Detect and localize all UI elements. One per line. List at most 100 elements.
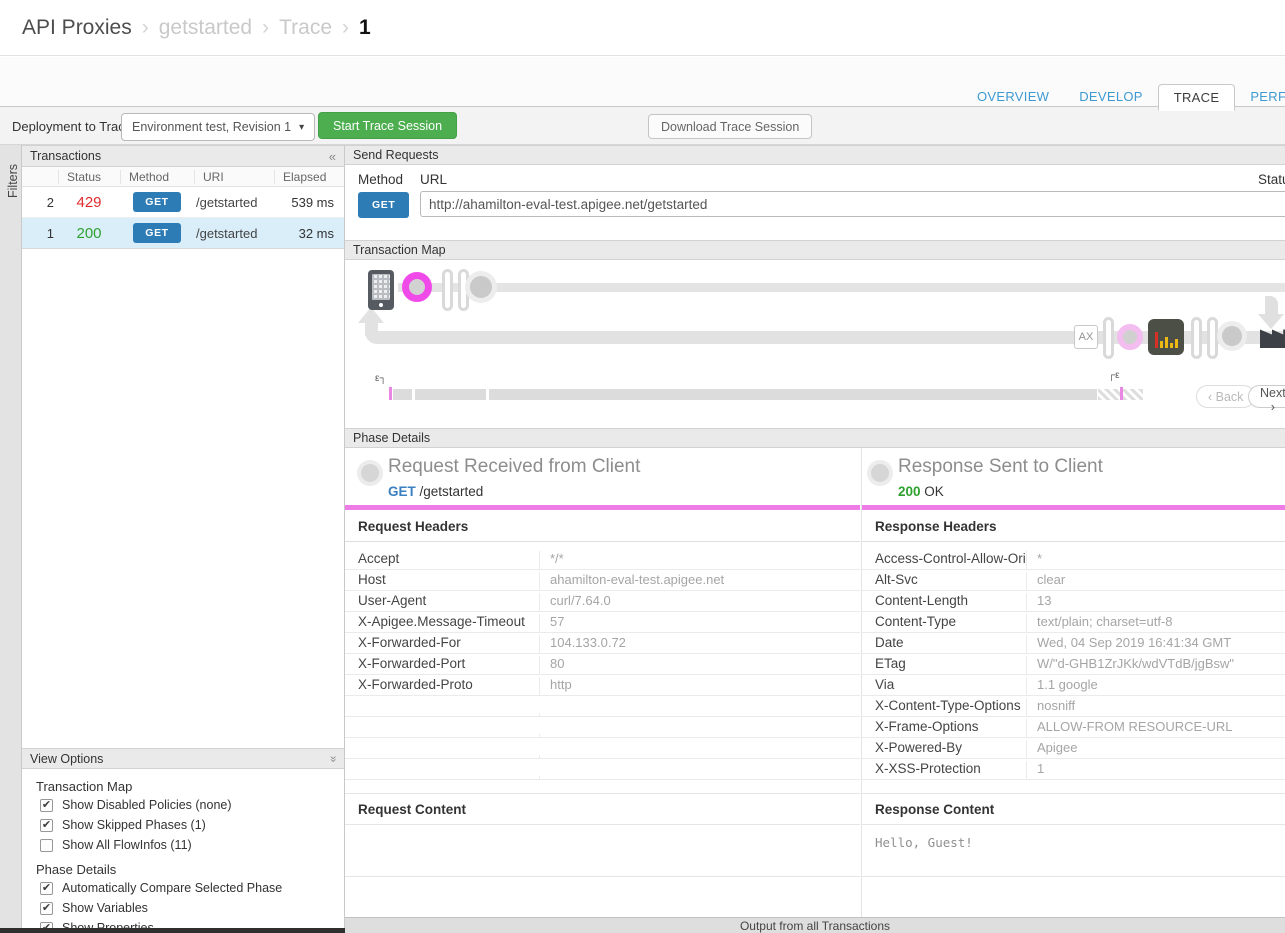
transaction-method: GET: [120, 192, 194, 212]
view-option-row[interactable]: Show Variables: [40, 901, 344, 915]
analytics-ax-step[interactable]: AX: [1074, 325, 1098, 349]
transaction-row[interactable]: 2429GET/getstarted539 ms: [22, 187, 344, 218]
header-row: X-Frame-OptionsALLOW-FROM RESOURCE-URL: [862, 717, 1285, 738]
checkbox[interactable]: [40, 799, 53, 812]
timeline-cursor[interactable]: [1120, 387, 1123, 400]
flow-step-pill[interactable]: [1191, 317, 1202, 359]
header-name: User-Agent: [345, 593, 539, 611]
request-phase-title: Request Received from Client: [388, 456, 640, 478]
header-row: X-Content-Type-Optionsnosniff: [862, 696, 1285, 717]
checkbox[interactable]: [40, 819, 53, 832]
response-phase-title: Response Sent to Client: [898, 456, 1103, 478]
send-requests-title: Send Requests: [353, 148, 438, 162]
tab-develop[interactable]: DEVELOP: [1064, 84, 1158, 111]
breadcrumb-api-proxies[interactable]: API Proxies: [22, 16, 132, 40]
phase-details-title: Phase Details: [353, 431, 430, 445]
header-value: 1: [1026, 761, 1285, 779]
tab-overview[interactable]: OVERVIEW: [962, 84, 1064, 111]
selected-phase-marker[interactable]: [402, 272, 432, 302]
column-uri: URI: [194, 170, 274, 184]
client-device-homedot: [379, 303, 383, 307]
transaction-row[interactable]: 1200GET/getstarted32 ms: [22, 218, 344, 249]
header-row: X-Forwarded-Protohttp: [345, 675, 860, 696]
header-name: X-Apigee.Message-Timeout: [345, 614, 539, 632]
bar: [1170, 343, 1173, 348]
header-row: [345, 696, 860, 717]
compared-phase-marker[interactable]: [1117, 324, 1143, 350]
response-status-code: 200: [898, 484, 921, 499]
header-row: Hostahamilton-eval-test.apigee.net: [345, 570, 860, 591]
download-trace-session-button[interactable]: Download Trace Session: [648, 114, 812, 139]
phase-details-header: Phase Details: [345, 428, 1285, 448]
checkbox[interactable]: [40, 882, 53, 895]
back-button[interactable]: ‹ Back: [1196, 385, 1255, 408]
breadcrumb-getstarted[interactable]: getstarted: [159, 16, 252, 40]
environment-dropdown[interactable]: Environment test, Revision 1 ▾: [121, 113, 315, 141]
start-trace-session-button[interactable]: Start Trace Session: [318, 112, 457, 139]
next-button[interactable]: Next ›: [1248, 385, 1285, 408]
transaction-uri: /getstarted: [194, 195, 274, 210]
header-row: X-Forwarded-Port80: [345, 654, 860, 675]
view-option-label: Show Skipped Phases (1): [62, 818, 206, 832]
header-value: http: [539, 677, 860, 695]
client-device-screen: [372, 274, 390, 300]
breadcrumb-trace[interactable]: Trace: [279, 16, 332, 40]
header-name: Host: [345, 572, 539, 590]
request-method-button[interactable]: GET: [358, 192, 409, 218]
header-value: Apigee: [1026, 740, 1285, 758]
view-option-row[interactable]: Show Disabled Policies (none): [40, 798, 344, 812]
header-value: 13: [1026, 593, 1285, 611]
header-row: ETagW/"d-GHB1ZrJKk/wdVTdB/jgBsw": [862, 654, 1285, 675]
request-method: GET: [388, 484, 416, 499]
output-from-all-transactions-bar[interactable]: Output from all Transactions: [345, 917, 1285, 933]
flow-step-pill[interactable]: [1103, 317, 1114, 359]
collapse-panel-icon[interactable]: «: [329, 149, 336, 164]
timeline-epsilon-left: ε┐: [375, 373, 387, 384]
header-row: Accept*/*: [345, 542, 860, 570]
transaction-elapsed: 539 ms: [274, 195, 344, 210]
view-option-label: Show Disabled Policies (none): [62, 798, 232, 812]
transactions-column-headers: Status Method URI Elapsed: [22, 167, 344, 187]
header-value: 104.133.0.72: [539, 635, 860, 653]
checkbox[interactable]: [40, 902, 53, 915]
header-value: W/"d-GHB1ZrJKk/wdVTdB/jgBsw": [1026, 656, 1285, 674]
tab-performance[interactable]: PERFORMANCE: [1235, 84, 1285, 111]
flow-step-pill[interactable]: [1207, 317, 1218, 359]
deployment-label: Deployment to Trace: [12, 119, 132, 134]
timeline-segment[interactable]: [415, 389, 486, 400]
filters-side-tab[interactable]: Filters: [0, 145, 22, 928]
transaction-index: 1: [22, 226, 58, 241]
flow-phase-dot[interactable]: [470, 276, 492, 298]
timeline-epsilon-right: ┌ε: [1108, 370, 1120, 381]
timeline-segment[interactable]: [489, 389, 1097, 400]
flow-step-pill[interactable]: [442, 269, 453, 311]
flow-phase-dot[interactable]: [1222, 326, 1242, 346]
timeline-cursor[interactable]: [389, 387, 392, 400]
timeline-segment[interactable]: [393, 389, 412, 400]
filters-label: Filters: [6, 158, 20, 198]
client-device-icon[interactable]: [368, 270, 394, 310]
view-option-label: Show All FlowInfos (11): [62, 838, 192, 852]
flow-step-pill[interactable]: [458, 269, 469, 311]
header-value: Wed, 04 Sep 2019 16:41:34 GMT: [1026, 635, 1285, 653]
view-option-row[interactable]: Show Skipped Phases (1): [40, 818, 344, 832]
arrow-down-icon: [1258, 314, 1284, 329]
header-value: clear: [1026, 572, 1285, 590]
header-value: 80: [539, 656, 860, 674]
request-url-input[interactable]: [420, 191, 1285, 217]
chevron-double-down-icon[interactable]: «: [326, 755, 340, 762]
view-options-header: View Options «: [22, 748, 344, 769]
header-name: X-Frame-Options: [862, 719, 1026, 737]
header-name: X-Forwarded-Port: [345, 656, 539, 674]
view-option-row[interactable]: Show All FlowInfos (11): [40, 838, 344, 852]
checkbox[interactable]: [40, 839, 53, 852]
statistics-collector-icon[interactable]: [1148, 319, 1184, 355]
request-content-block: Request Content: [345, 793, 860, 877]
view-option-row[interactable]: Automatically Compare Selected Phase: [40, 881, 344, 895]
header-row: X-Apigee.Message-Timeout57: [345, 612, 860, 633]
response-headers-title: Response Headers: [862, 510, 1285, 542]
column-blank: [22, 170, 58, 184]
transaction-status: 200: [58, 225, 120, 242]
tab-trace[interactable]: TRACE: [1158, 84, 1236, 111]
header-row: Content-Typetext/plain; charset=utf-8: [862, 612, 1285, 633]
